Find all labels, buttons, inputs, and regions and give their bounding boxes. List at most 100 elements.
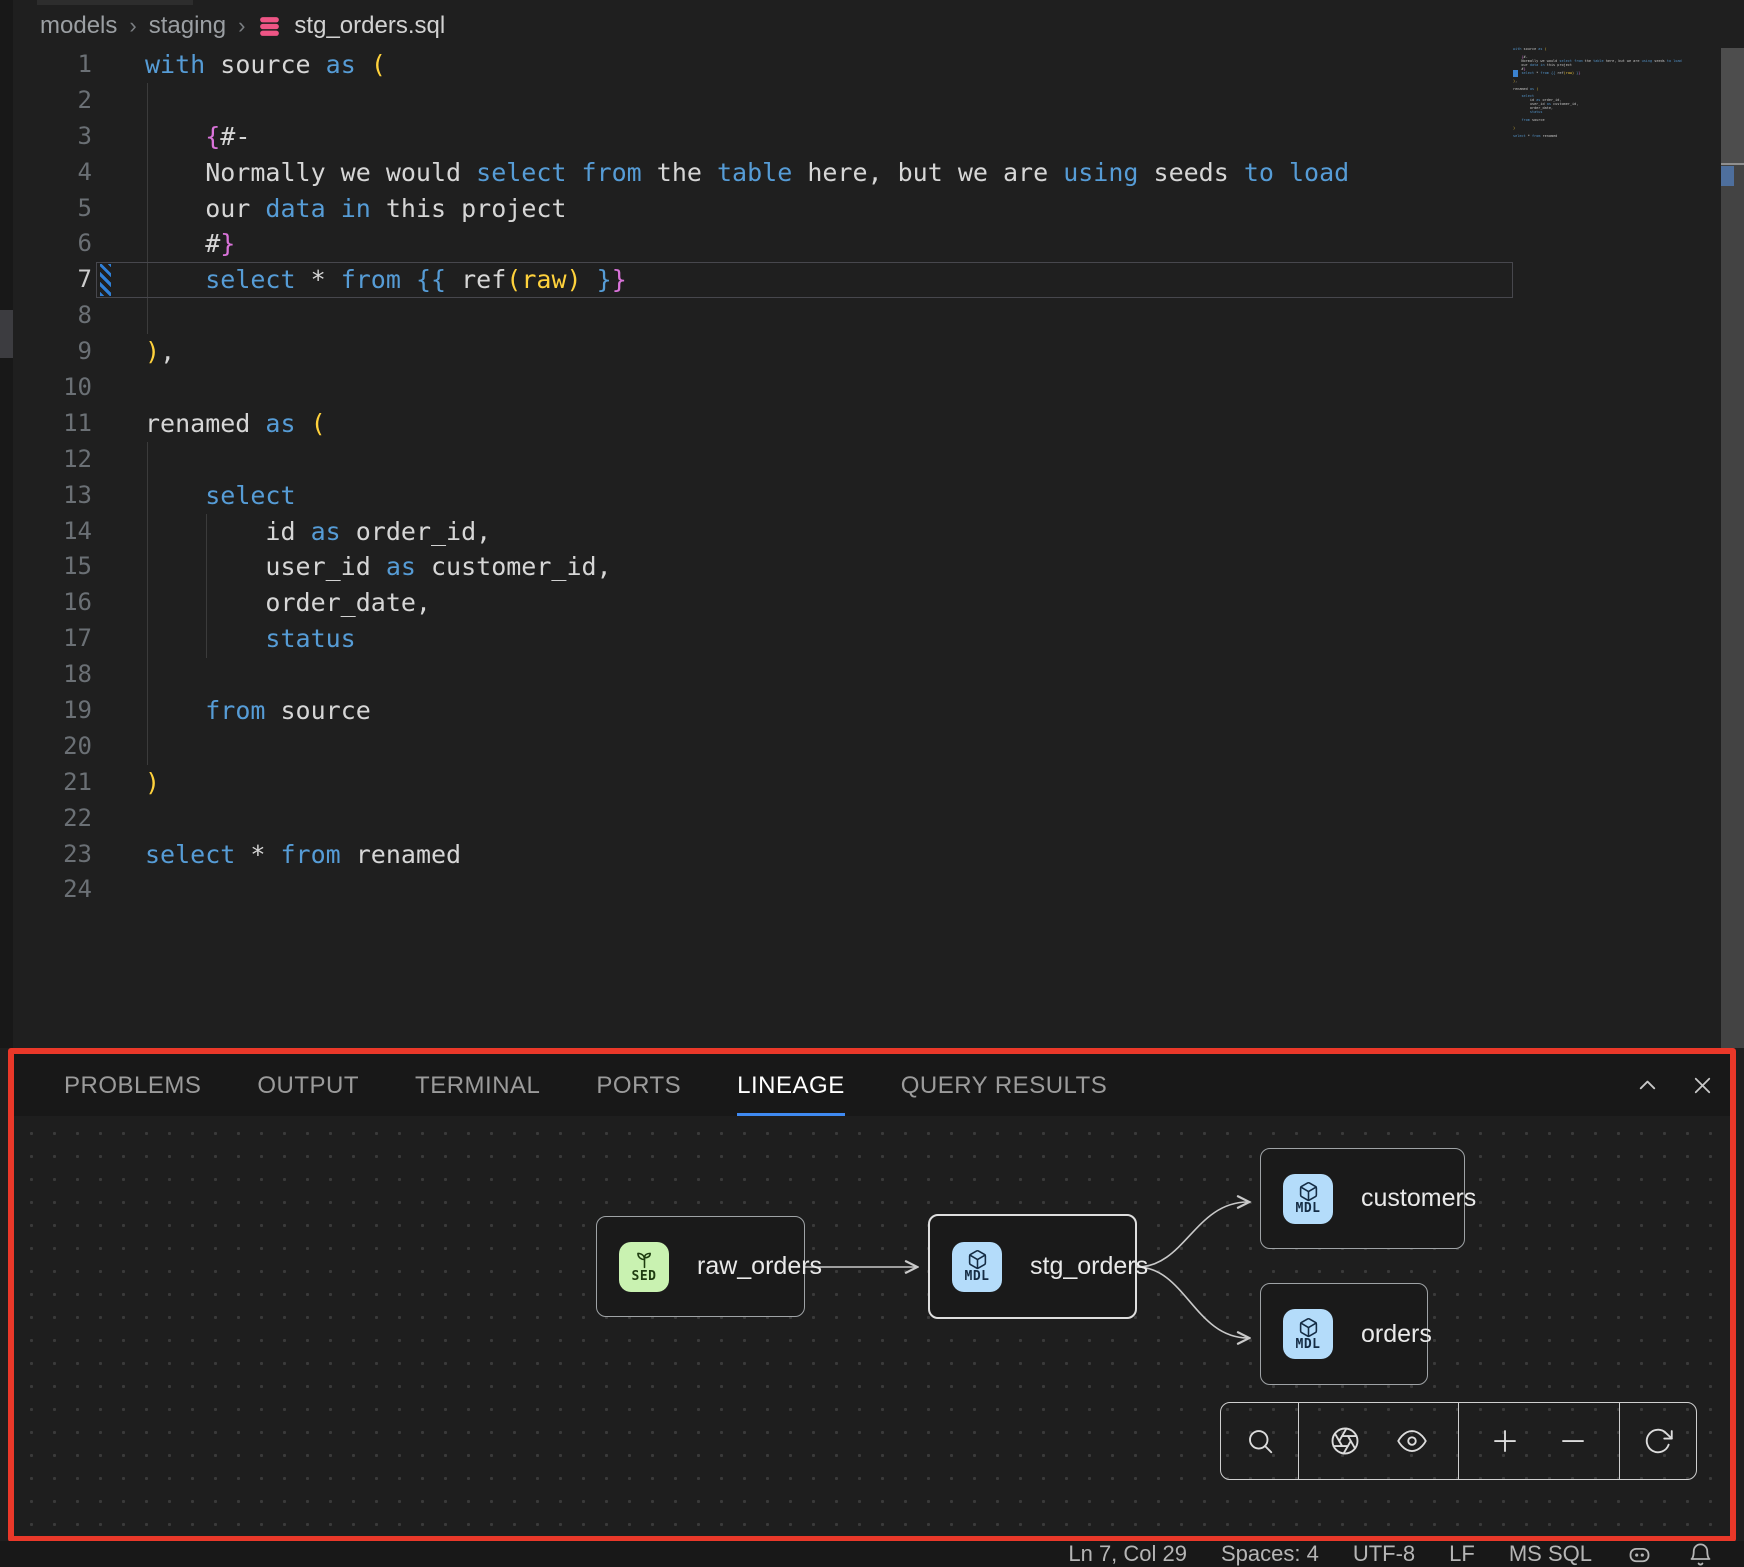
line-number: 12 <box>13 442 92 478</box>
code-line-20[interactable]: 20 <box>13 729 1513 765</box>
tab-output[interactable]: OUTPUT <box>257 1054 359 1116</box>
close-icon[interactable] <box>1689 1072 1716 1099</box>
code-line-1[interactable]: 1 with source as ( <box>13 47 1513 83</box>
vscode-window: models › staging › stg_orders.sql 1 with … <box>0 0 1744 1567</box>
close-icon <box>1689 1072 1716 1099</box>
breadcrumb-separator-icon: › <box>129 13 136 39</box>
code-line-4[interactable]: 4 Normally we would select from the tabl… <box>13 155 1513 191</box>
code-line-10[interactable]: 10 <box>13 370 1513 406</box>
tab-problems[interactable]: PROBLEMS <box>64 1054 201 1116</box>
status-item[interactable]: Spaces: 4 <box>1221 1541 1319 1567</box>
code-text: from source <box>145 693 371 729</box>
tab-ports[interactable]: PORTS <box>596 1054 681 1116</box>
refresh-button[interactable] <box>1636 1419 1680 1463</box>
lineage-node-orders[interactable]: MDLorders <box>1260 1283 1428 1385</box>
code-line-14[interactable]: 14 id as order_id, <box>13 514 1513 550</box>
status-item[interactable]: UTF-8 <box>1353 1541 1415 1567</box>
code-line-18[interactable]: 18 <box>13 657 1513 693</box>
tab-terminal[interactable]: TERMINAL <box>415 1054 540 1116</box>
code-line-8[interactable]: 8 <box>13 298 1513 334</box>
tab-lineage[interactable]: LINEAGE <box>737 1054 845 1116</box>
node-badge-label: MDL <box>965 1269 990 1284</box>
lineage-node-stg_orders[interactable]: MDLstg_orders <box>928 1214 1137 1319</box>
tab-query-results[interactable]: QUERY RESULTS <box>901 1054 1108 1116</box>
lineage-node-raw_orders[interactable]: SEDraw_orders <box>596 1216 805 1317</box>
code-line-12[interactable]: 12 <box>13 442 1513 478</box>
cube-icon <box>1298 1181 1319 1202</box>
bell-icon[interactable] <box>1687 1541 1714 1567</box>
status-item[interactable]: LF <box>1449 1541 1475 1567</box>
copilot-icon[interactable] <box>1626 1541 1653 1567</box>
code-line-3[interactable]: 3 {#- <box>13 119 1513 155</box>
overview-ruler-modified-mark <box>1721 166 1734 186</box>
status-item[interactable]: MS SQL <box>1509 1541 1592 1567</box>
code-text: Normally we would select from the table … <box>145 155 1349 191</box>
line-number: 23 <box>13 837 92 873</box>
toolbar-group <box>1458 1403 1619 1479</box>
code-line-5[interactable]: 5 our data in this project <box>13 191 1513 227</box>
eye-button[interactable] <box>1390 1419 1434 1463</box>
status-item[interactable]: Ln 7, Col 29 <box>1068 1541 1187 1567</box>
scrollbar-divider <box>1721 163 1744 165</box>
left-edge-scroll-block <box>0 310 13 358</box>
code-line-16[interactable]: 16 order_date, <box>13 585 1513 621</box>
breadcrumb-item-models[interactable]: models <box>40 12 117 40</box>
code-text: renamed as ( <box>145 406 326 442</box>
code-line-24[interactable]: 24 <box>13 872 1513 908</box>
line-number: 16 <box>13 585 92 621</box>
code-line-7[interactable]: 7 select * from {{ ref(raw) }} <box>13 262 1513 298</box>
node-label: raw_orders <box>697 1252 822 1281</box>
code-line-2[interactable]: 2 <box>13 83 1513 119</box>
code-text: order_date, <box>145 585 431 621</box>
breadcrumb-item-staging[interactable]: staging <box>149 12 226 40</box>
node-label: orders <box>1361 1320 1432 1349</box>
code-line-6[interactable]: 6 #} <box>13 226 1513 262</box>
left-edge-strip <box>0 0 13 1048</box>
line-number: 10 <box>13 370 92 406</box>
aperture-button[interactable] <box>1323 1419 1367 1463</box>
code-text: {#- <box>145 119 250 155</box>
search-button[interactable] <box>1238 1419 1282 1463</box>
code-line-9[interactable]: 9), <box>13 334 1513 370</box>
line-number: 19 <box>13 693 92 729</box>
code-text: with source as ( <box>145 47 386 83</box>
minus-button[interactable] <box>1551 1419 1595 1463</box>
line-number: 24 <box>13 872 92 908</box>
line-number: 18 <box>13 657 92 693</box>
code-line-11[interactable]: 11renamed as ( <box>13 406 1513 442</box>
line-number: 6 <box>13 226 92 262</box>
plus-button[interactable] <box>1483 1419 1527 1463</box>
code-line-15[interactable]: 15 user_id as customer_id, <box>13 549 1513 585</box>
scrollbar-slider[interactable] <box>1721 48 1744 163</box>
code-line-17[interactable]: 17 status <box>13 621 1513 657</box>
breadcrumb-separator-icon: › <box>238 13 245 39</box>
line-number: 22 <box>13 801 92 837</box>
code-line-23[interactable]: 23select * from renamed <box>13 837 1513 873</box>
toolbar-group <box>1221 1403 1298 1479</box>
chevron-up-icon[interactable] <box>1634 1072 1661 1099</box>
line-number: 3 <box>13 119 92 155</box>
line-number: 1 <box>13 47 92 83</box>
code-line-22[interactable]: 22 <box>13 801 1513 837</box>
editor-scrollbar[interactable] <box>1721 48 1744 1048</box>
line-number: 4 <box>13 155 92 191</box>
code-line-19[interactable]: 19 from source <box>13 693 1513 729</box>
node-badge-label: MDL <box>1296 1201 1321 1216</box>
code-text: select <box>145 478 296 514</box>
node-badge-label: MDL <box>1296 1337 1321 1352</box>
refresh-icon <box>1643 1426 1673 1456</box>
line-number: 2 <box>13 83 92 119</box>
code-line-13[interactable]: 13 select <box>13 478 1513 514</box>
minimap[interactable]: with source as ( {#- Normally we would s… <box>1513 48 1713 143</box>
breadcrumb-file[interactable]: stg_orders.sql <box>294 12 445 40</box>
modified-line-marker-icon <box>100 264 111 296</box>
aperture-icon <box>1330 1426 1360 1456</box>
breadcrumb[interactable]: models › staging › stg_orders.sql <box>40 8 445 44</box>
code-editor[interactable]: 1with source as (23 {#-4 Normally we wou… <box>13 47 1513 908</box>
line-number: 7 <box>13 262 92 298</box>
database-icon <box>257 14 282 39</box>
lineage-node-customers[interactable]: MDLcustomers <box>1260 1148 1465 1249</box>
code-line-21[interactable]: 21) <box>13 765 1513 801</box>
code-text: status <box>145 621 356 657</box>
panel-tab-bar: PROBLEMS OUTPUT TERMINAL PORTS LINEAGE QUERY … <box>14 1054 1730 1116</box>
